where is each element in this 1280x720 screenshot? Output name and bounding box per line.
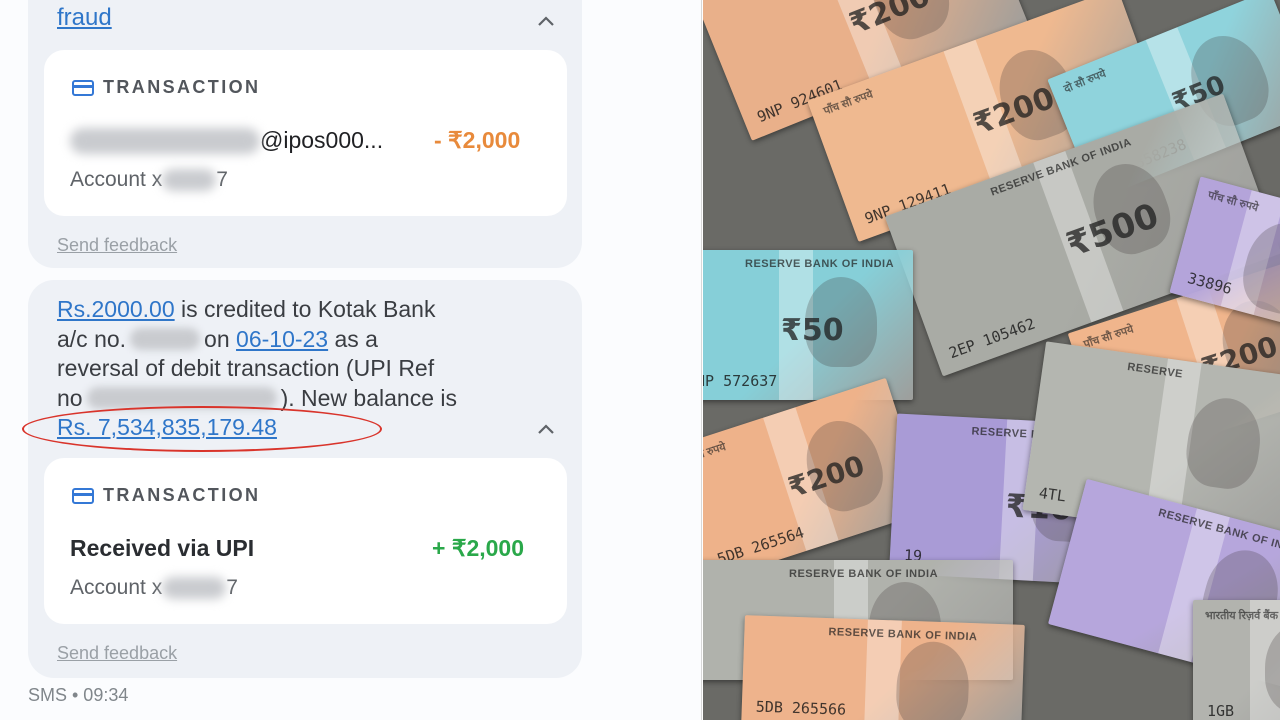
serial-number: 2EP 105462 [946,314,1038,363]
sms-timestamp: SMS • 09:34 [28,685,129,705]
date-link[interactable]: 06-10-23 [236,325,328,355]
banknote: RESERVE BANK OF INDIA 5DB 265566 [741,615,1025,720]
received-via-upi-title: Received via UPI [70,535,255,561]
chevron-up-icon[interactable] [538,424,554,434]
amount-link[interactable]: Rs.2000.00 [57,295,175,325]
issuer-text: RESERVE BANK OF INDIA [828,626,978,644]
account-number: Account x 7 [70,168,228,192]
serial-number: 4TL [1037,483,1068,506]
issuer-text: RESERVE BANK OF INDIA [789,568,939,580]
account-suffix: 7 [216,168,228,191]
send-feedback-link[interactable]: Send feedback [57,235,177,256]
redacted-account [162,577,227,599]
redacted-account [162,169,217,191]
account-suffix: 7 [226,576,238,599]
serial-number: 33896 [1185,269,1234,299]
message-line-4a: no [57,384,83,411]
transaction-header: TRANSACTION [72,77,260,98]
message-line-1: is credited to Kotak Bank [174,296,436,322]
highlight-circle [22,406,382,452]
message-line-2c: as a [328,325,378,352]
message-line-3: reversal of debit transaction (UPI Ref [57,355,435,381]
fraud-link[interactable]: fraud [57,4,112,32]
payee-visible-text: @ipos000... [260,127,384,153]
transaction-label: TRANSACTION [103,77,261,97]
banknote: RESERVE BANK OF INDIA ₹50 8HP 572637 [703,250,913,400]
transaction-header: TRANSACTION [72,485,260,506]
card-icon [72,487,94,504]
chevron-up-icon[interactable] [538,16,554,26]
portrait-watermark [895,640,971,720]
account-label: Account x [70,576,163,599]
serial-number: 5DB 265566 [755,697,847,719]
serial-number: 1GB [1207,702,1235,720]
account-number: Account x 7 [70,576,238,600]
message-line-4b: ). New balance is [280,384,458,411]
debit-amount: - ₹2,000 [434,127,521,153]
message-line-2a: a/c no. [57,325,127,352]
banknote: भारतीय रिज़र्व बैंक 1GB [1193,600,1280,720]
denomination-label: ₹50 [781,313,844,348]
rupee-notes-photo: RESERVE BANK OF INDIA₹2009NP 924601पाँच … [703,0,1280,720]
send-feedback-link[interactable]: Send feedback [57,643,177,664]
card-icon [72,79,94,96]
payee-upi-id: @ipos000... [70,127,383,154]
message-line-2b: on [204,325,230,352]
serial-number: 8HP 572637 [703,372,778,390]
hindi-text: दो सौ रुपये [703,441,728,466]
sms-screenshot: fraud TRANSACTION @ipos000... - ₹2,000 A… [0,0,702,720]
redacted-account-no [130,328,201,351]
hindi-text: दो सौ रुपये [1062,67,1108,96]
credit-amount: + ₹2,000 [432,535,525,561]
hindi-text: भारतीय रिज़र्व बैंक [1205,610,1279,622]
issuer-text: RESERVE BANK OF INDIA [745,258,895,270]
account-label: Account x [70,168,163,191]
transaction-label: TRANSACTION [103,485,261,505]
redacted-payee [70,127,260,154]
